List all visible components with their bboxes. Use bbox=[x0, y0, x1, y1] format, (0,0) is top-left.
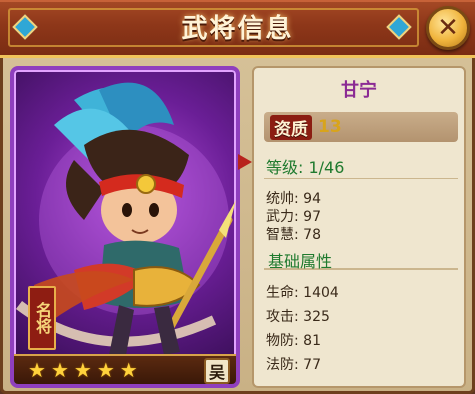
mag-def-stat: 法防: 77 bbox=[266, 357, 321, 373]
command-stat: 统帅: 94 bbox=[266, 191, 321, 207]
star-icon: ★ bbox=[50, 358, 69, 382]
hero-stats-panel: 甘宁 资质 13 等级: 1/46 统帅: 94 武力: 97 智慧: 78 基… bbox=[252, 66, 466, 388]
star-icon: ★ bbox=[96, 358, 115, 382]
aptitude-value: 13 bbox=[318, 117, 342, 137]
level-stat: 等级: 1/46 bbox=[266, 158, 345, 177]
star-rating: ★ ★ ★ ★ ★ bbox=[28, 359, 138, 381]
star-icon: ★ bbox=[119, 358, 138, 382]
star-icon: ★ bbox=[73, 358, 92, 382]
aptitude-row: 资质 13 bbox=[264, 112, 458, 142]
divider bbox=[264, 178, 458, 179]
hero-card[interactable]: 名将 ★ ★ ★ ★ ★ 吴 bbox=[10, 66, 240, 388]
force-stat: 武力: 97 bbox=[266, 209, 321, 225]
close-button[interactable]: ✕ bbox=[426, 6, 470, 50]
attack-stat: 攻击: 325 bbox=[266, 309, 330, 325]
faction-badge: 吴 bbox=[204, 358, 230, 384]
card-footer: ★ ★ ★ ★ ★ 吴 bbox=[14, 354, 236, 384]
base-attributes-heading: 基础属性 bbox=[264, 248, 458, 271]
close-icon: ✕ bbox=[437, 13, 459, 43]
star-icon: ★ bbox=[28, 358, 46, 382]
title-bar: 武将信息 bbox=[0, 0, 475, 58]
aptitude-label: 资质 bbox=[270, 114, 312, 140]
famous-general-seal: 名将 bbox=[28, 286, 56, 350]
pointer-arrow-icon bbox=[238, 154, 252, 170]
phys-def-stat: 物防: 81 bbox=[266, 333, 321, 349]
hp-stat: 生命: 1404 bbox=[266, 285, 339, 301]
intelligence-stat: 智慧: 78 bbox=[266, 227, 321, 243]
hero-name: 甘宁 bbox=[341, 80, 377, 101]
window-title: 武将信息 bbox=[181, 14, 294, 44]
